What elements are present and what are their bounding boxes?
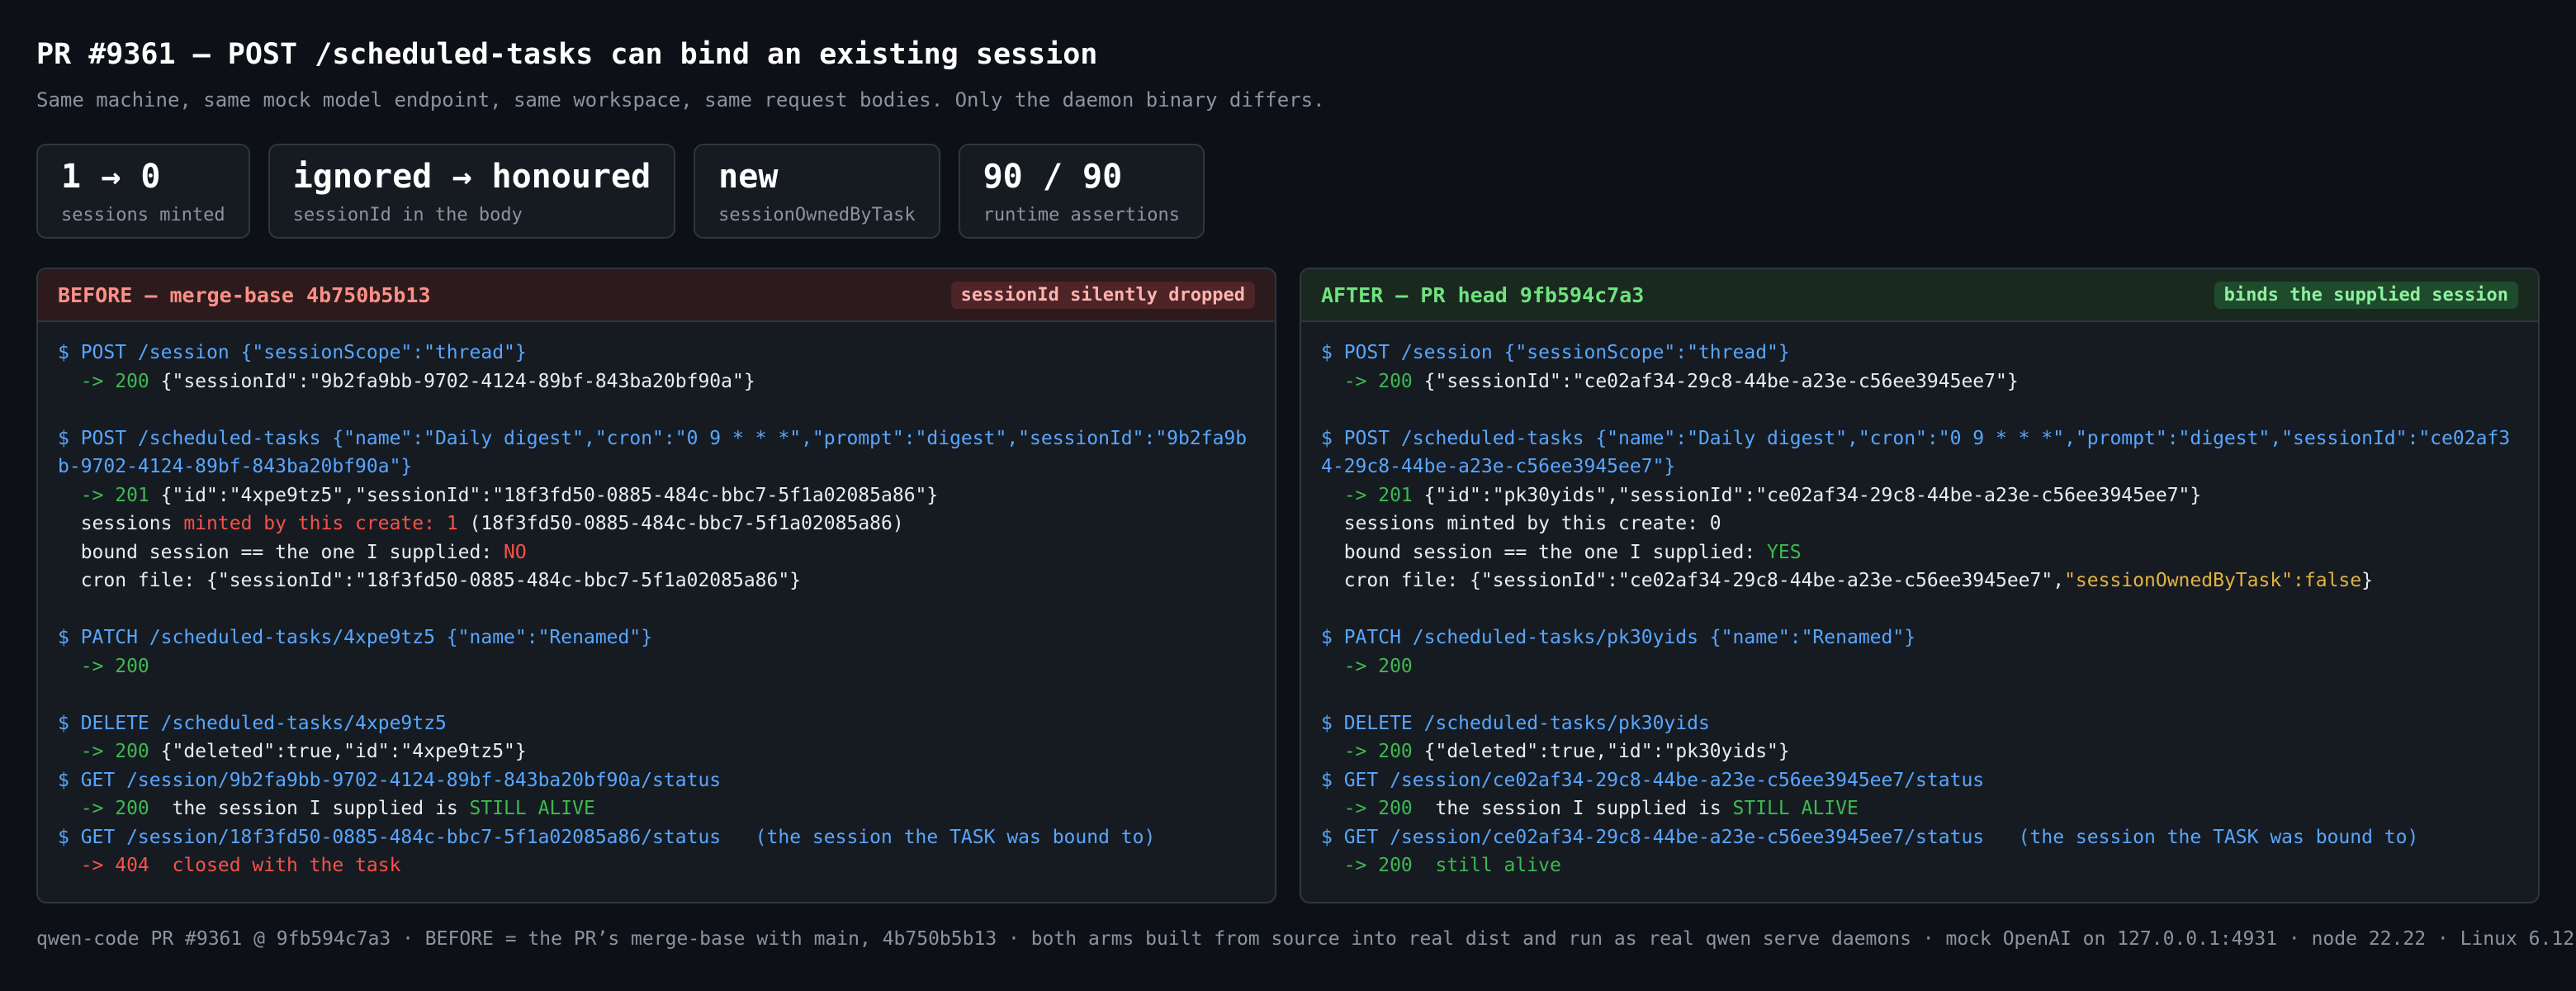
response-body: {"deleted":true,"id":"pk30yids"}: [1423, 741, 1790, 762]
log-line: cron file: {"sessionId":"18f3fd50-0885-4…: [58, 570, 802, 591]
stat-label: runtime assertions: [983, 205, 1181, 225]
response-status: -> 200: [1321, 370, 1424, 392]
log-line: $ GET /session/9b2fa9bb-9702-4124-89bf-8…: [58, 769, 722, 791]
before-panel-header: BEFORE — merge-base 4b750b5b13 sessionId…: [38, 269, 1275, 322]
response-status: -> 201: [58, 484, 161, 506]
log-highlight: NO: [504, 541, 527, 563]
log-line: $ DELETE /scheduled-tasks/pk30yids: [1321, 712, 1710, 734]
log-spacer: [1321, 680, 2518, 709]
log-line: -> 200 the session I supplied is STILL A…: [1321, 794, 2518, 823]
response-status: -> 200: [1321, 798, 1436, 819]
log-line: bound session == the one I supplied: NO: [58, 538, 1255, 567]
log-text: bound session == the one I supplied:: [1321, 541, 1768, 563]
log-line: bound session == the one I supplied: YES: [1321, 538, 2518, 567]
response-body: {"id":"4xpe9tz5","sessionId":"18f3fd50-0…: [160, 484, 939, 506]
log-highlight: STILL ALIVE: [1732, 798, 1859, 819]
log-text: bound session == the one I supplied:: [58, 541, 504, 563]
log-highlight: minted by this create: 1: [183, 513, 458, 534]
after-panel: AFTER — PR head 9fb594c7a3 binds the sup…: [1300, 268, 2540, 903]
response-status: -> 200: [58, 370, 161, 392]
response-body: {"id":"pk30yids","sessionId":"ce02af34-2…: [1423, 484, 2202, 506]
response-body: {"deleted":true,"id":"4xpe9tz5"}: [160, 741, 527, 762]
after-panel-header: AFTER — PR head 9fb594c7a3 binds the sup…: [1301, 269, 2538, 322]
log-line: -> 201 {"id":"4xpe9tz5","sessionId":"18f…: [58, 481, 1255, 510]
log-line: $ GET /session/18f3fd50-0885-484c-bbc7-5…: [58, 826, 1156, 848]
response-status: -> 200: [58, 798, 173, 819]
stat-value: new: [718, 158, 779, 196]
log-text: }: [2361, 570, 2373, 591]
response-status: -> 200: [58, 741, 161, 762]
log-highlight: YES: [1767, 541, 1802, 563]
log-line: $ GET /session/ce02af34-29c8-44be-a23e-c…: [1321, 769, 1985, 791]
before-panel: BEFORE — merge-base 4b750b5b13 sessionId…: [36, 268, 1276, 903]
page-title: PR #9361 — POST /scheduled-tasks can bin…: [36, 38, 1098, 71]
status-badge: binds the supplied session: [2214, 281, 2518, 309]
log-text: cron file: {"sessionId":"ce02af34-29c8-4…: [1321, 570, 2065, 591]
log-text: sessions: [58, 513, 184, 534]
stat-value: 1 → 0: [61, 158, 161, 196]
response-status: -> 201: [1321, 484, 1424, 506]
log-highlight: "sessionOwnedByTask":false: [2064, 570, 2362, 591]
stat-card-session-id: ignored → honoured sessionId in the body: [268, 144, 676, 239]
log-line: -> 200 {"deleted":true,"id":"pk30yids"}: [1321, 737, 2518, 766]
response-body: {"sessionId":"ce02af34-29c8-44be-a23e-c5…: [1423, 370, 2019, 392]
footer-note: qwen-code PR #9361 @ 9fb594c7a3 · BEFORE…: [36, 928, 2575, 950]
log-line: -> 200 {"deleted":true,"id":"4xpe9tz5"}: [58, 737, 1255, 766]
log-line: sessions minted by this create: 0: [1321, 513, 1721, 534]
status-badge: sessionId silently dropped: [950, 281, 1255, 309]
log-line: $ POST /session {"sessionScope":"thread"…: [1321, 342, 1790, 363]
log-line: -> 200 {"sessionId":"ce02af34-29c8-44be-…: [1321, 367, 2518, 396]
log-line: -> 200: [1321, 655, 1413, 677]
response-body: {"sessionId":"9b2fa9bb-9702-4124-89bf-84…: [160, 370, 755, 392]
stats-row: 1 → 0 sessions minted ignored → honoured…: [36, 144, 1205, 239]
log-line: $ POST /scheduled-tasks {"name":"Daily d…: [1321, 427, 2511, 478]
log-spacer: [58, 396, 1255, 424]
stat-card-session-owned: new sessionOwnedByTask: [694, 144, 940, 239]
log-line: $ POST /session {"sessionScope":"thread"…: [58, 342, 527, 363]
stat-label: sessionOwnedByTask: [718, 205, 916, 225]
log-line: -> 201 {"id":"pk30yids","sessionId":"ce0…: [1321, 481, 2518, 510]
after-terminal-log: $ POST /session {"sessionScope":"thread"…: [1301, 322, 2538, 880]
log-spacer: [58, 680, 1255, 709]
log-line: -> 404 closed with the task: [58, 855, 401, 876]
log-text: the session I supplied is: [172, 798, 470, 819]
log-line: $ PATCH /scheduled-tasks/4xpe9tz5 {"name…: [58, 627, 653, 648]
after-panel-title: AFTER — PR head 9fb594c7a3: [1321, 282, 1645, 307]
log-line: $ POST /scheduled-tasks {"name":"Daily d…: [58, 427, 1248, 478]
page-subtitle: Same machine, same mock model endpoint, …: [36, 88, 1325, 111]
log-highlight: STILL ALIVE: [469, 798, 595, 819]
log-line: -> 200: [58, 655, 149, 677]
stat-label: sessions minted: [61, 205, 225, 225]
log-line: $ DELETE /scheduled-tasks/4xpe9tz5: [58, 712, 447, 734]
log-spacer: [1321, 396, 2518, 424]
before-panel-title: BEFORE — merge-base 4b750b5b13: [58, 282, 431, 307]
log-line: -> 200 the session I supplied is STILL A…: [58, 794, 1255, 823]
stat-value: ignored → honoured: [292, 158, 651, 196]
log-text: (18f3fd50-0885-484c-bbc7-5f1a02085a86): [457, 513, 904, 534]
stat-label: sessionId in the body: [292, 205, 523, 225]
stat-card-assertions: 90 / 90 runtime assertions: [958, 144, 1205, 239]
log-line: -> 200 {"sessionId":"9b2fa9bb-9702-4124-…: [58, 367, 1255, 396]
response-status: -> 200: [1321, 741, 1424, 762]
log-text: the session I supplied is: [1435, 798, 1733, 819]
log-line: $ GET /session/ce02af34-29c8-44be-a23e-c…: [1321, 826, 2419, 848]
stat-value: 90 / 90: [983, 158, 1123, 196]
log-line: sessions minted by this create: 1 (18f3f…: [58, 510, 1255, 538]
log-line: $ PATCH /scheduled-tasks/pk30yids {"name…: [1321, 627, 1916, 648]
log-spacer: [58, 595, 1255, 624]
log-line: cron file: {"sessionId":"ce02af34-29c8-4…: [1321, 567, 2518, 595]
log-spacer: [1321, 595, 2518, 624]
before-terminal-log: $ POST /session {"sessionScope":"thread"…: [38, 322, 1275, 880]
log-line: -> 200 still alive: [1321, 855, 1561, 876]
stat-card-sessions-minted: 1 → 0 sessions minted: [36, 144, 250, 239]
